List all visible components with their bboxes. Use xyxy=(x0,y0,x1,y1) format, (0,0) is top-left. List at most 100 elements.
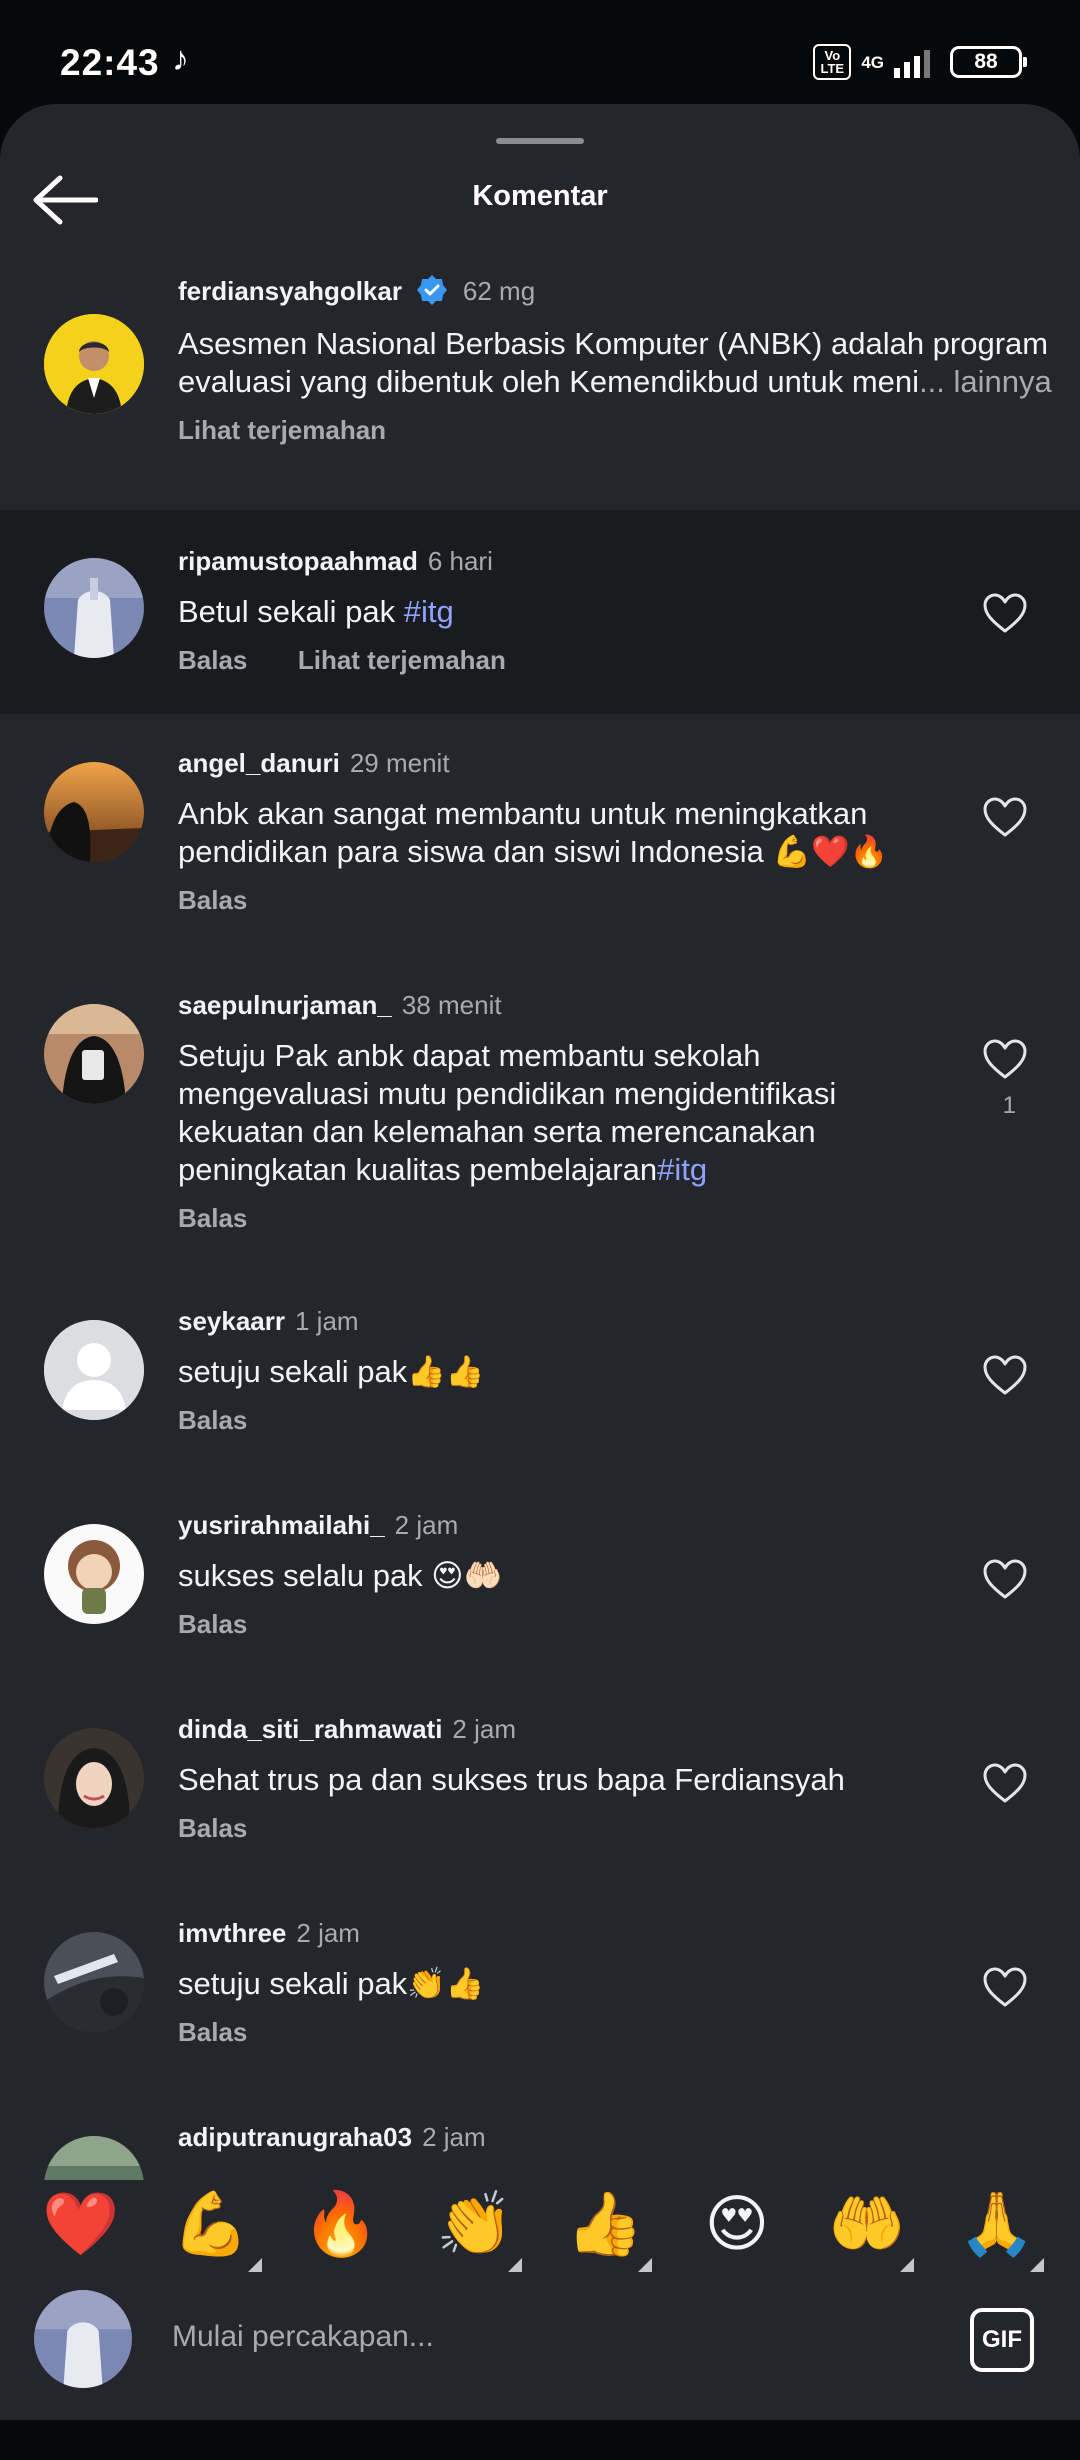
emoji-fire-button[interactable]: 🔥 xyxy=(296,2180,386,2270)
comment-text: setuju sekali pak👍👍 xyxy=(178,1354,485,1389)
comment-text: setuju sekali pak👏👍 xyxy=(178,1966,485,2001)
comment-username[interactable]: imvthree xyxy=(178,1918,286,1948)
like-heart-icon[interactable] xyxy=(982,1966,1028,2008)
emoji-heart-eyes-button[interactable]: 😍 xyxy=(692,2180,782,2270)
comments-sheet: Komentar ferdiansyahgolkar 62 mg Asesmen… xyxy=(0,104,1080,2420)
like-heart-icon[interactable] xyxy=(982,1558,1028,1600)
comment-text: Betul sekali pak #itg xyxy=(178,593,950,631)
post-caption: ferdiansyahgolkar 62 mg Asesmen Nasional… xyxy=(0,264,1080,514)
read-more-link[interactable]: ... lainnya xyxy=(919,364,1052,399)
like-heart-icon[interactable] xyxy=(982,1762,1028,1804)
signal-icon xyxy=(894,46,930,78)
comment-row: saepulnurjaman_ 38 menit Setuju Pak anbk … xyxy=(0,986,1080,1276)
comment-username[interactable]: adiputranugraha03 xyxy=(178,2122,412,2152)
emoji-thumbs-up-button[interactable]: 👍 xyxy=(560,2180,650,2270)
gif-button[interactable]: GIF xyxy=(970,2308,1034,2372)
comment-time: 29 menit xyxy=(349,748,450,778)
comment-time: 2 jam xyxy=(422,2122,486,2152)
avatar[interactable] xyxy=(44,1320,144,1420)
comment-row: imvthree 2 jam setuju sekali pak👏👍 Balas xyxy=(0,1914,1080,2104)
skin-tone-indicator-icon xyxy=(638,2258,652,2272)
battery-level: 88 xyxy=(974,50,998,73)
comment-time: 2 jam xyxy=(394,1510,459,1540)
tiktok-notification-icon: ♪ xyxy=(172,40,189,78)
comment-text: Anbk akan sangat membantu untuk meningka… xyxy=(178,796,889,869)
avatar[interactable] xyxy=(44,1004,144,1104)
comment-text: Setuju Pak anbk dapat membantu sekolah m… xyxy=(178,1037,950,1189)
emoji-heart-button[interactable]: ❤️ xyxy=(36,2180,126,2270)
avatar[interactable] xyxy=(44,558,144,658)
reply-button[interactable]: Balas xyxy=(178,1813,247,1843)
emoji-palms-up-button[interactable]: 🤲 xyxy=(822,2180,912,2270)
see-translation-link[interactable]: Lihat terjemahan xyxy=(178,415,1056,446)
current-user-avatar xyxy=(34,2290,132,2388)
reply-button[interactable]: Balas xyxy=(178,1405,247,1435)
like-heart-icon[interactable] xyxy=(982,592,1028,634)
status-bar: 22:43 ♪ Vo LTE 4G 88 xyxy=(0,0,1080,105)
comment-input[interactable]: Mulai percakapan... xyxy=(172,2320,434,2354)
comment-time: 2 jam xyxy=(452,1714,516,1744)
comment-username[interactable]: saepulnurjaman_ xyxy=(178,990,392,1020)
comment-row: dinda_siti_rahmawati 2 jam Sehat trus pa … xyxy=(0,1710,1080,1900)
post-time: 62 mg xyxy=(462,276,536,306)
comment-row: seykaarr 1 jam setuju sekali pak👍👍 Balas xyxy=(0,1302,1080,1492)
like-heart-icon[interactable] xyxy=(982,1038,1028,1080)
comment-body: Setuju Pak anbk dapat membantu sekolah m… xyxy=(178,1038,837,1187)
quick-emoji-bar: ❤️ 💪 🔥 👏 👍 😍 🤲 🙏 xyxy=(0,2180,1080,2290)
network-type: 4G xyxy=(861,52,884,72)
skin-tone-indicator-icon xyxy=(508,2258,522,2272)
hashtag-link[interactable]: #itg xyxy=(404,594,454,629)
comment-username[interactable]: yusrirahmailahi_ xyxy=(178,1510,385,1540)
avatar[interactable] xyxy=(44,762,144,862)
see-translation-link[interactable]: Lihat terjemahan xyxy=(298,645,506,675)
comment-time: 2 jam xyxy=(296,1918,360,1948)
comment-input-bar: Mulai percakapan... GIF xyxy=(0,2290,1080,2420)
comment-row: adiputranugraha03 2 jam xyxy=(0,2118,1080,2180)
battery-icon: 88 xyxy=(950,46,1027,78)
comment-username[interactable]: ripamustopaahmad xyxy=(178,546,418,576)
avatar[interactable] xyxy=(44,1728,144,1828)
comment-time: 6 hari xyxy=(427,546,493,576)
skin-tone-indicator-icon xyxy=(248,2258,262,2272)
system-nav-bar xyxy=(0,2420,1080,2460)
comment-text: sukses selalu pak 😍🤲🏻 xyxy=(178,1558,503,1593)
post-caption-text: Asesmen Nasional Berbasis Komputer (ANBK… xyxy=(178,326,1049,399)
avatar[interactable] xyxy=(44,2136,144,2180)
comment-username[interactable]: angel_danuri xyxy=(178,748,340,778)
comment-body: Betul sekali pak xyxy=(178,594,404,629)
like-heart-icon[interactable] xyxy=(982,796,1028,838)
emoji-pray-button[interactable]: 🙏 xyxy=(952,2180,1042,2270)
post-username[interactable]: ferdiansyahgolkar xyxy=(178,276,402,306)
like-count: 1 xyxy=(1002,1092,1016,1119)
comment-username[interactable]: seykaarr xyxy=(178,1306,285,1336)
comment-row: ripamustopaahmad 6 hari Betul sekali pak … xyxy=(0,510,1080,714)
reply-button[interactable]: Balas xyxy=(178,885,247,915)
status-time: 22:43 xyxy=(60,42,160,83)
sheet-header: Komentar xyxy=(0,160,1080,240)
page-title: Komentar xyxy=(472,180,608,212)
comment-username[interactable]: dinda_siti_rahmawati xyxy=(178,1714,442,1744)
avatar[interactable] xyxy=(44,314,144,414)
like-heart-icon[interactable] xyxy=(982,1354,1028,1396)
reply-button[interactable]: Balas xyxy=(178,645,247,675)
reply-button[interactable]: Balas xyxy=(178,2017,247,2047)
reply-button[interactable]: Balas xyxy=(178,1203,247,1233)
comment-text: Sehat trus pa dan sukses trus bapa Ferdi… xyxy=(178,1762,845,1797)
comment-row: angel_danuri 29 menit Anbk akan sangat me… xyxy=(0,744,1080,954)
avatar[interactable] xyxy=(44,1524,144,1624)
comment-row: yusrirahmailahi_ 2 jam sukses selalu pak … xyxy=(0,1506,1080,1696)
avatar[interactable] xyxy=(44,1932,144,2032)
hashtag-link[interactable]: #itg xyxy=(657,1152,707,1187)
comment-time: 38 menit xyxy=(401,990,502,1020)
post-text: Asesmen Nasional Berbasis Komputer (ANBK… xyxy=(178,325,1056,401)
skin-tone-indicator-icon xyxy=(900,2258,914,2272)
skin-tone-indicator-icon xyxy=(1030,2258,1044,2272)
emoji-muscle-button[interactable]: 💪 xyxy=(166,2180,256,2270)
emoji-clap-button[interactable]: 👏 xyxy=(430,2180,520,2270)
verified-badge-icon xyxy=(417,275,448,305)
sheet-drag-handle[interactable] xyxy=(496,138,584,144)
comment-time: 1 jam xyxy=(295,1306,359,1336)
reply-button[interactable]: Balas xyxy=(178,1609,247,1639)
status-icons: Vo LTE 4G 88 xyxy=(813,44,1027,80)
volte-icon: Vo LTE xyxy=(813,44,852,80)
